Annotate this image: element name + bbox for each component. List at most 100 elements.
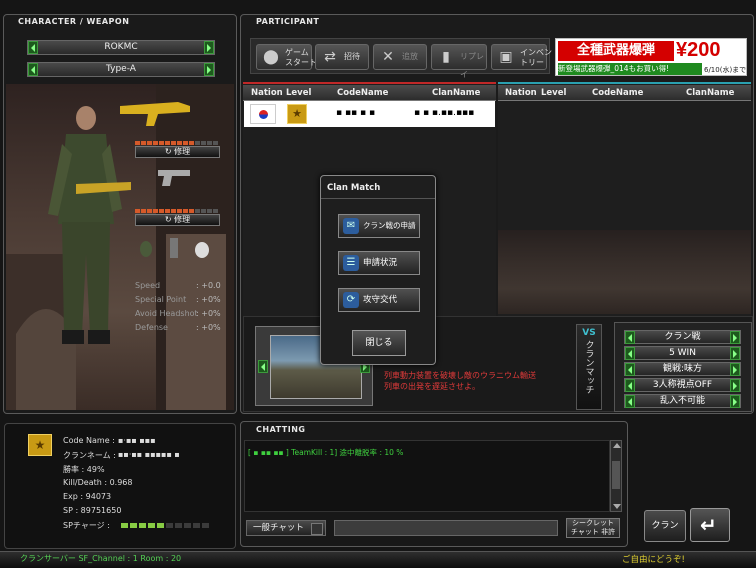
code-name-value: ▪·▪▪ ▪▪▪ xyxy=(118,436,156,445)
sp-charge-segment xyxy=(175,523,182,528)
banner-date: 6/10(水)まで xyxy=(704,66,747,74)
banner-price: ¥200 xyxy=(676,39,721,61)
dialog-title-divider xyxy=(321,198,435,199)
vs-label: VS xyxy=(582,328,596,338)
sp-charge-segment xyxy=(184,523,191,528)
stat-speed-label: Speed xyxy=(135,281,161,290)
team-a-col-level: Level xyxy=(286,88,312,98)
kill-death-ratio: Kill/Death : 0.968 xyxy=(63,478,133,487)
sp-charge-segment xyxy=(121,523,128,528)
clan-name-label: クランネーム : xyxy=(63,451,116,460)
clan-war-apply-button[interactable]: ✉ クラン戦の申請 xyxy=(338,214,420,238)
repair-primary-button[interactable]: ↻ 修理 xyxy=(135,146,220,158)
replay-icon: ▮ xyxy=(442,49,450,65)
sp-charge-segment xyxy=(157,523,164,528)
server-info: クランサーバー SF_Channel : 1 Room : 20 xyxy=(20,554,182,563)
prev-character-arrow-icon[interactable] xyxy=(28,41,38,54)
scroll-up-arrow-icon[interactable] xyxy=(613,443,621,448)
chat-log: [ ▪ ▪▪ ▪▪ ] TeamKill : 1] 途中離脱率 : 10 % xyxy=(244,440,610,512)
application-status-icon: ☰ xyxy=(343,255,359,271)
chat-input[interactable] xyxy=(334,520,558,536)
participant-title: PARTICIPANT xyxy=(256,17,320,26)
weapon-sale-banner[interactable]: 全種武器爆弾 ¥200 新登場武器爆弾_014もお買い得! 6/10(水)まで xyxy=(555,38,747,76)
return-arrow-icon: ↵ xyxy=(700,513,717,537)
prev-type-arrow-icon[interactable] xyxy=(28,63,38,76)
level-badge-icon: ★ xyxy=(287,104,307,124)
banner-subtitle: 新登場武器爆弾_014もお買い得! xyxy=(558,63,702,75)
type-select-value: Type-A xyxy=(106,64,136,74)
soldier-figure xyxy=(48,106,131,344)
stat-avoid-headshot-value: : +0% xyxy=(196,309,221,318)
kick-button[interactable]: ✕ 追放 xyxy=(373,44,427,70)
setting-third-person[interactable]: 3人称視点OFF xyxy=(624,378,741,392)
setting-spectate[interactable]: 観戦:味方 xyxy=(624,362,741,376)
scroll-down-arrow-icon[interactable] xyxy=(613,504,621,509)
chat-title: CHATTING xyxy=(256,425,306,434)
character-preview xyxy=(6,84,234,410)
primary-weapon-icon xyxy=(120,102,190,126)
mode-label: クランマッチ xyxy=(583,340,594,394)
sp-charge-segment xyxy=(139,523,146,528)
player-row[interactable]: ★ ▪ ▪▪ ▪ ▪ ▪ ▪ ▪.▪▪.▪▪▪ xyxy=(244,101,495,127)
swap-sides-icon: ⟳ xyxy=(343,292,359,308)
stat-special-point-value: : +0% xyxy=(196,295,221,304)
grenade-items-icon xyxy=(140,238,209,258)
next-type-arrow-icon[interactable] xyxy=(204,63,214,76)
scroll-thumb[interactable] xyxy=(612,461,620,489)
repair-secondary-button[interactable]: ↻ 修理 xyxy=(135,214,220,226)
chat-scrollbar[interactable] xyxy=(610,440,622,512)
mode-strip: VS クランマッチ xyxy=(576,324,602,410)
sp-charge-segment xyxy=(130,523,137,528)
stat-defense-label: Defense xyxy=(135,323,168,332)
team-a-col-codename: CodeName xyxy=(337,88,389,98)
game-start-button[interactable]: ⬤ ゲーム スタート xyxy=(256,44,317,70)
character-select[interactable]: ROKMC xyxy=(27,40,215,55)
sp-charge-bar xyxy=(121,521,211,531)
character-select-value: ROKMC xyxy=(104,42,138,52)
invite-button[interactable]: ⇄ 招待 xyxy=(315,44,369,70)
swap-sides-button[interactable]: ⟳ 攻守交代 xyxy=(338,288,420,312)
win-rate: 勝率 : 49% xyxy=(63,465,105,474)
clan-war-apply-icon: ✉ xyxy=(343,218,359,234)
kick-icon: ✕ xyxy=(382,49,394,65)
player-codename: ▪ ▪▪ ▪ ▪ xyxy=(336,108,376,118)
setting-join-in-progress[interactable]: 乱入不可能 xyxy=(624,394,741,408)
setting-win-count[interactable]: 5 WIN xyxy=(624,346,741,360)
exp-value: Exp : 94073 xyxy=(63,492,112,501)
sp-value: SP : 89751650 xyxy=(63,506,122,515)
secondary-weapon-icon xyxy=(158,170,190,186)
stat-defense-value: : +0% xyxy=(196,323,221,332)
player-clanname: ▪ ▪ ▪.▪▪.▪▪▪ xyxy=(414,108,475,118)
team-b-col-nation: Nation xyxy=(505,88,537,98)
application-status-button[interactable]: ☰ 申請状況 xyxy=(338,251,420,275)
clan-button[interactable]: クラン xyxy=(644,510,686,542)
close-dialog-button[interactable]: 閉じる xyxy=(352,330,406,356)
chat-message: [ ▪ ▪▪ ▪▪ ] TeamKill : 1] 途中離脱率 : 10 % xyxy=(248,448,404,457)
greeting-text: ご自由にどうぞ! xyxy=(622,555,685,565)
inventory-button[interactable]: ▣ インベン トリー xyxy=(491,44,552,70)
sp-charge-segment xyxy=(202,523,209,528)
character-weapon-title: CHARACTER / WEAPON xyxy=(18,17,130,26)
team-a-col-nation: Nation xyxy=(251,88,283,98)
chat-channel-dropdown-icon[interactable] xyxy=(311,523,323,535)
prev-map-arrow-icon[interactable] xyxy=(258,360,268,373)
team-b-col-clanname: ClanName xyxy=(686,88,735,98)
game-start-icon: ⬤ xyxy=(263,49,279,65)
korea-flag-icon xyxy=(250,104,276,124)
background-art-right xyxy=(498,230,751,314)
stat-special-point-label: Special Point xyxy=(135,295,187,304)
inventory-icon: ▣ xyxy=(499,49,513,65)
type-select[interactable]: Type-A xyxy=(27,62,215,77)
exit-room-button[interactable]: ↵ xyxy=(690,508,730,542)
sp-charge-segment xyxy=(193,523,200,528)
code-name-label: Code Name : xyxy=(63,436,115,445)
team-b-col-codename: CodeName xyxy=(592,88,644,98)
map-description: 列車動力装置を破壊し敵のウラニウム輸送 列車の出発を遅延させよ。 xyxy=(384,371,536,391)
chat-channel-select[interactable]: 一般チャット xyxy=(246,520,326,536)
sp-charge-segment xyxy=(148,523,155,528)
secret-chat-button[interactable]: シークレット チャット 非許 xyxy=(566,518,620,538)
stat-avoid-headshot-label: Avoid Headshot xyxy=(135,309,198,318)
next-character-arrow-icon[interactable] xyxy=(204,41,214,54)
replay-button[interactable]: ▮ リプレイ xyxy=(431,44,487,79)
setting-match-type[interactable]: クラン戦 xyxy=(624,330,741,344)
